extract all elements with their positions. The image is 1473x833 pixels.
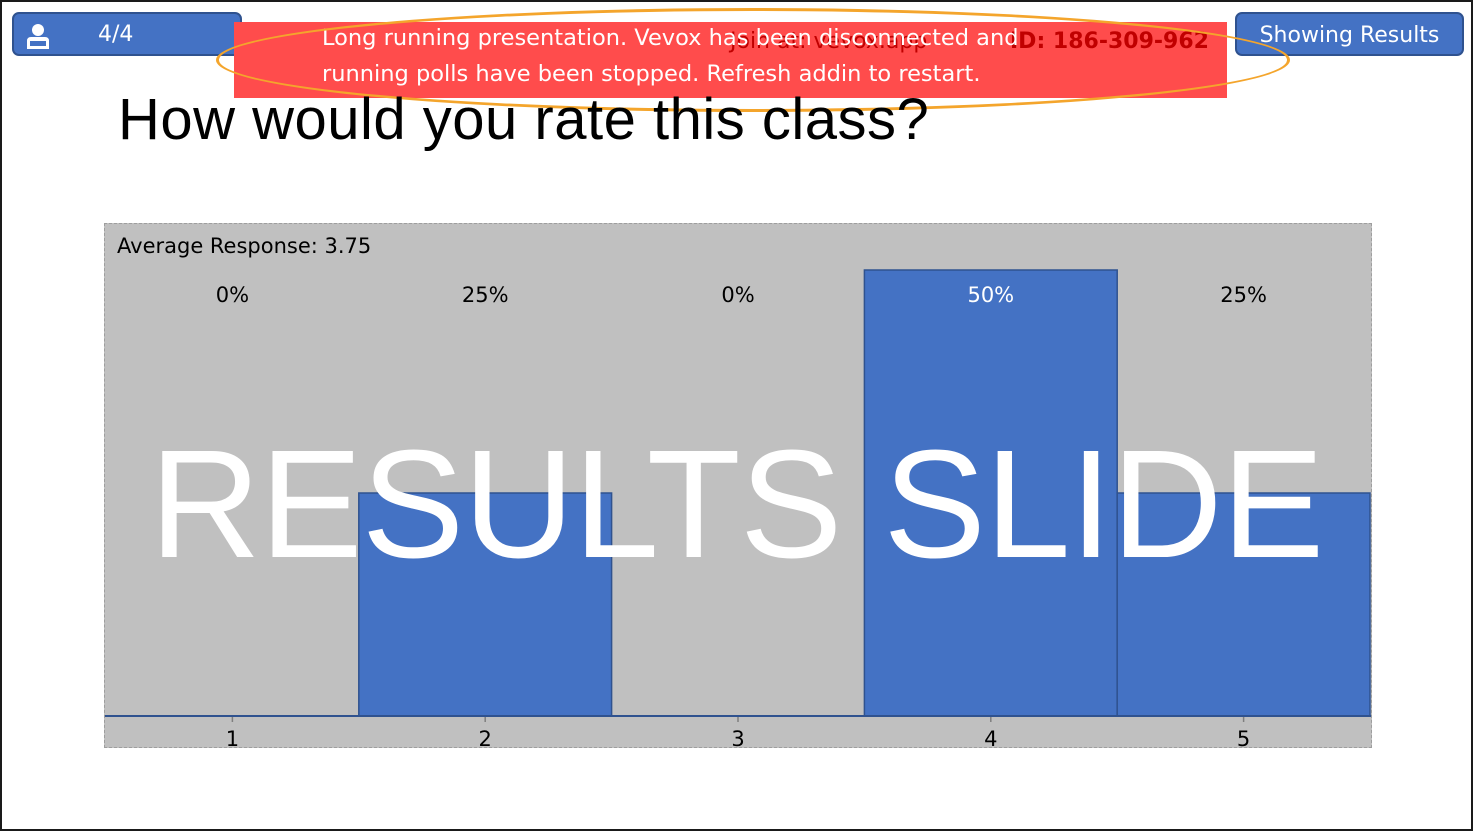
disconnect-alert: Long running presentation. Vevox has bee… — [322, 20, 1182, 92]
data-label-2: 25% — [462, 283, 509, 307]
results-chart-svg: 0% 1 25% 2 0% 3 50% 4 25% 5 — [105, 269, 1371, 749]
bar-5 — [1116, 492, 1371, 717]
showing-results-label: Showing Results — [1259, 23, 1440, 48]
slide-counter-badge[interactable]: 4/4 — [12, 12, 242, 56]
x-tick-label-1: 1 — [226, 727, 239, 749]
user-icon — [27, 24, 49, 49]
x-tick-label-3: 3 — [731, 727, 744, 749]
data-label-3: 0% — [721, 283, 754, 307]
showing-results-button[interactable]: Showing Results — [1235, 12, 1464, 56]
bar-2 — [358, 492, 613, 717]
question-title: How would you rate this class? — [118, 87, 930, 152]
results-chart: 0% 1 25% 2 0% 3 50% 4 25% 5 Average Response: 3.7… — [104, 223, 1372, 749]
data-label-1: 0% — [216, 283, 249, 307]
data-label-5: 25% — [1220, 283, 1267, 307]
data-label-4: 50% — [967, 283, 1014, 307]
average-response-label: Average Response: 3.75 — [117, 234, 372, 258]
bar-4 — [863, 269, 1118, 717]
x-tick-label-4: 4 — [984, 727, 997, 749]
x-tick-label-2: 2 — [479, 727, 492, 749]
slide: 4/4 Join at: vevox.app ID: 186-309-962 L… — [0, 0, 1473, 831]
alert-line-1: Long running presentation. Vevox has bee… — [322, 25, 1019, 51]
x-tick-label-5: 5 — [1237, 727, 1250, 749]
slide-counter-text: 4/4 — [98, 22, 134, 47]
